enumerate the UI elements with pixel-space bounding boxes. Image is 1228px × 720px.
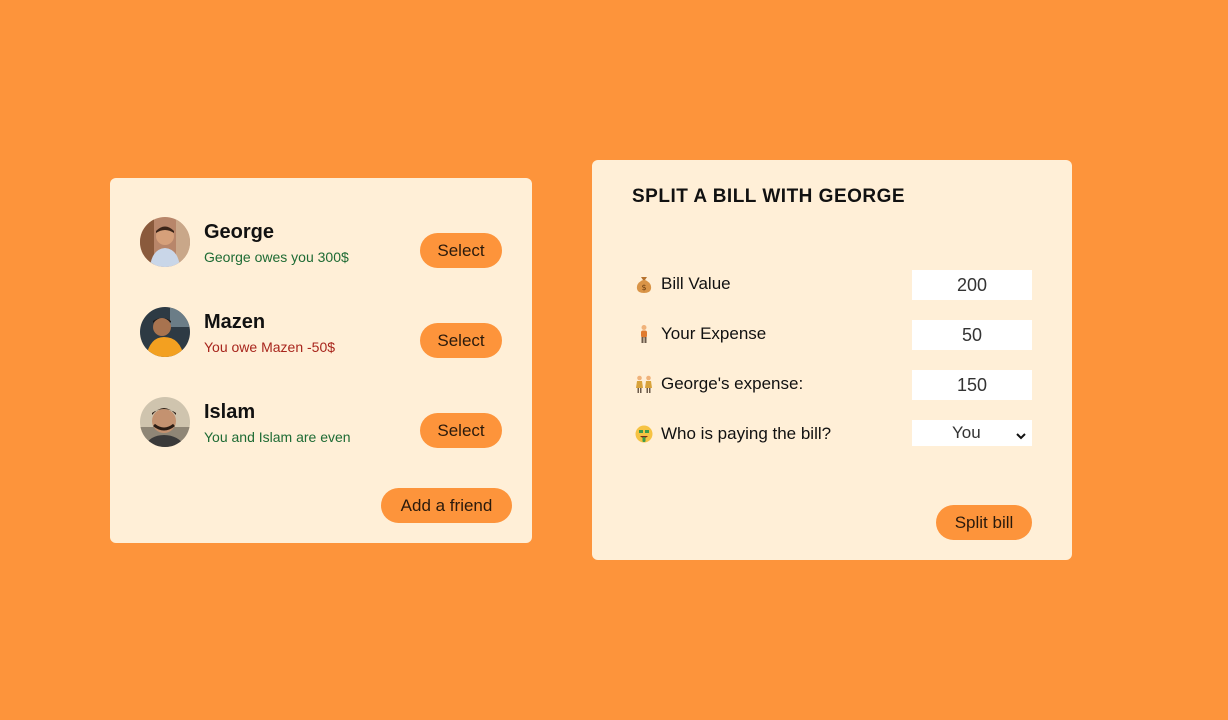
friend-balance-status: George owes you 300$	[204, 249, 349, 265]
add-friend-button[interactable]: Add a friend	[381, 488, 512, 523]
svg-text:$: $	[641, 283, 646, 292]
friend-expense-input[interactable]	[912, 370, 1032, 400]
bill-value-input[interactable]	[912, 270, 1032, 300]
friend-item-george: George George owes you 300$ Select	[140, 217, 502, 269]
friend-balance-status: You owe Mazen -50$	[204, 339, 336, 355]
payer-label: Who is paying the bill?	[661, 424, 832, 443]
friend-name: Mazen	[204, 311, 266, 333]
split-bill-form: SPLIT A BILL WITH GEORGE $ Bill Value Yo…	[592, 160, 1072, 560]
friend-name: George	[204, 221, 275, 243]
avatar	[140, 397, 190, 447]
friend-item-mazen: Mazen You owe Mazen -50$ Select	[140, 307, 502, 359]
select-islam-button[interactable]: Select	[420, 413, 502, 448]
your-expense-label: Your Expense	[661, 324, 767, 343]
friend-balance-status: You and Islam are even	[204, 429, 351, 445]
money-bag-icon: $	[634, 274, 654, 294]
chevron-down-icon	[1015, 427, 1027, 447]
money-face-icon	[634, 424, 654, 444]
people-icon	[634, 374, 654, 394]
select-mazen-button[interactable]: Select	[420, 323, 502, 358]
bill-value-label: Bill Value	[661, 274, 731, 293]
friend-expense-label: George's expense:	[661, 374, 804, 393]
friend-item-islam: Islam You and Islam are even Select	[140, 397, 502, 449]
avatar	[140, 217, 190, 267]
friends-list-card: George George owes you 300$ Select Mazen…	[110, 178, 532, 543]
select-george-button[interactable]: Select	[420, 233, 502, 268]
friend-expense-row: George's expense:	[634, 370, 1032, 400]
bill-value-row: $ Bill Value	[634, 270, 1032, 300]
your-expense-row: Your Expense	[634, 320, 1032, 350]
split-bill-title: SPLIT A BILL WITH GEORGE	[632, 186, 906, 207]
friend-name: Islam	[204, 401, 256, 423]
split-bill-button[interactable]: Split bill	[936, 505, 1032, 540]
person-icon	[634, 324, 654, 344]
avatar	[140, 307, 190, 357]
payer-selected-value: You	[952, 423, 981, 442]
payer-row: Who is paying the bill? You	[634, 420, 1032, 450]
payer-select[interactable]: You	[912, 420, 1032, 446]
your-expense-input[interactable]	[912, 320, 1032, 350]
